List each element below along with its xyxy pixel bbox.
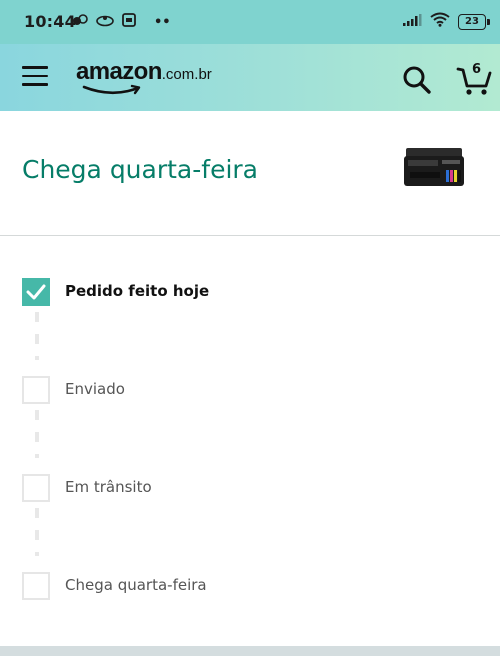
logo-brand: amazon bbox=[76, 58, 162, 85]
tracking-step-shipped: Enviado bbox=[22, 376, 482, 410]
search-icon bbox=[403, 66, 431, 94]
step-checkbox bbox=[22, 572, 50, 600]
step-connector bbox=[35, 312, 39, 360]
step-connector bbox=[35, 508, 39, 556]
product-thumbnail[interactable] bbox=[402, 144, 466, 190]
amazon-logo[interactable]: amazon.com.br bbox=[76, 58, 212, 98]
smile-arrow-icon bbox=[82, 84, 141, 95]
status-bar: 10:44 •• 23 bbox=[0, 0, 500, 44]
tracking-step-in-transit: Em trânsito bbox=[22, 474, 482, 508]
order-tracker: Pedido feito hoje Enviado Em trânsito Ch… bbox=[0, 236, 500, 646]
bottom-divider bbox=[0, 646, 500, 656]
tracking-step-arrives: Chega quarta-feira bbox=[22, 572, 482, 606]
menu-icon bbox=[22, 66, 48, 69]
notification-icon bbox=[72, 13, 88, 32]
battery-icon: 23 bbox=[458, 13, 490, 30]
delivery-title: Chega quarta-feira bbox=[22, 155, 258, 184]
status-right: 23 bbox=[402, 12, 490, 31]
signal-icon bbox=[402, 12, 422, 31]
more-status-icon: •• bbox=[154, 14, 171, 30]
logo-suffix: .com.br bbox=[161, 66, 212, 83]
step-checkbox bbox=[22, 474, 50, 502]
tracking-step-ordered: Pedido feito hoje bbox=[22, 278, 482, 312]
menu-button[interactable] bbox=[22, 66, 48, 88]
step-checkbox-checked bbox=[22, 278, 50, 306]
wifi-icon bbox=[430, 12, 450, 31]
cart-count: 6 bbox=[472, 62, 482, 77]
step-label: Enviado bbox=[65, 380, 125, 398]
step-label: Chega quarta-feira bbox=[65, 576, 207, 594]
app-header: amazon.com.br 6 bbox=[0, 44, 500, 111]
checkmark-icon bbox=[26, 284, 46, 300]
step-label: Em trânsito bbox=[65, 478, 152, 496]
delivery-section: Chega quarta-feira bbox=[0, 111, 500, 236]
step-connector bbox=[35, 410, 39, 458]
search-button[interactable] bbox=[402, 65, 432, 95]
status-time: 10:44 bbox=[24, 12, 76, 31]
cloud-icon bbox=[96, 13, 114, 32]
step-checkbox bbox=[22, 376, 50, 404]
printer-image bbox=[404, 148, 464, 186]
calendar-icon bbox=[122, 13, 136, 32]
cart-button[interactable]: 6 bbox=[456, 62, 492, 96]
step-label: Pedido feito hoje bbox=[65, 282, 210, 300]
status-left-icons: •• bbox=[72, 13, 171, 32]
